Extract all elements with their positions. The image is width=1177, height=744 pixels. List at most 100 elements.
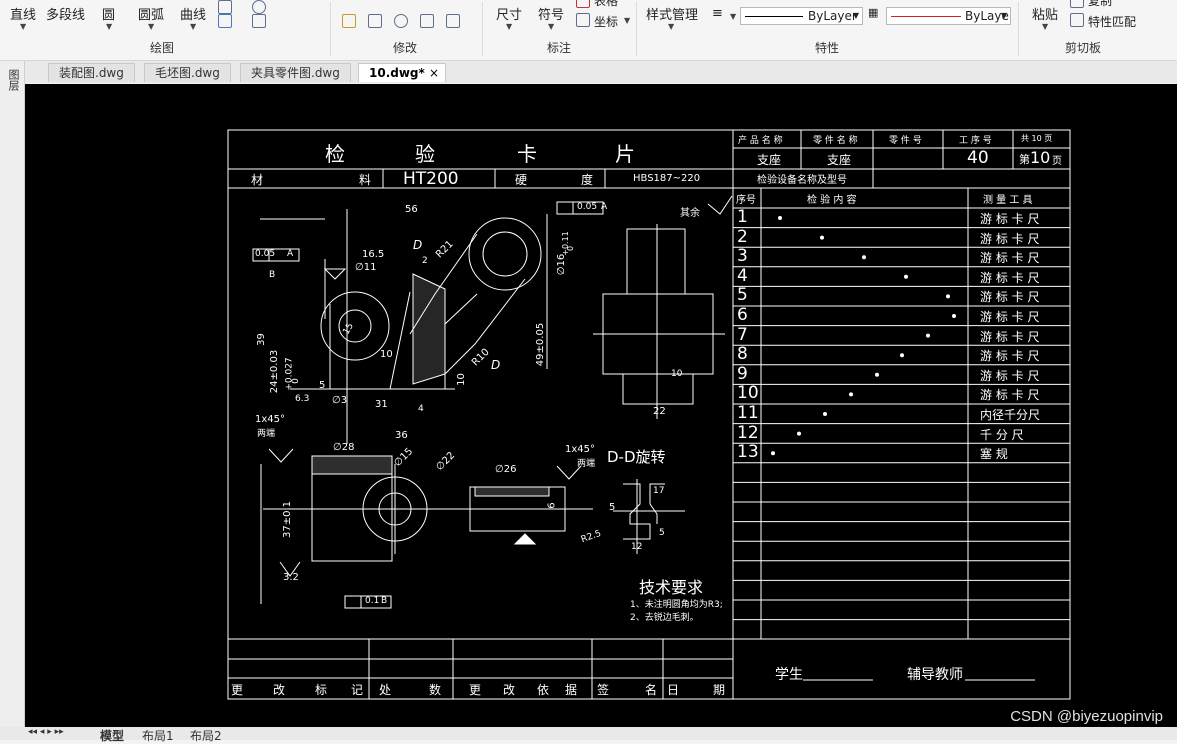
list-header-tool: 测 量 工 具	[983, 195, 1033, 206]
group-label-draw: 绘图	[150, 41, 175, 55]
dimension-button[interactable]: 尺寸	[496, 4, 522, 23]
coordinate-button[interactable]: 坐标	[594, 13, 618, 30]
dropdown-caret-icon[interactable]: ▼	[190, 22, 196, 31]
page-prefix: 第	[1019, 153, 1030, 166]
table-icon	[576, 0, 590, 8]
row-tool: 游 标 卡 尺	[980, 310, 1040, 324]
row-tool: 千 分 尺	[980, 427, 1024, 442]
color-select[interactable]: ByLaye ▼	[886, 7, 1011, 25]
arc-tool-button[interactable]: 圆弧	[138, 4, 164, 23]
rest-roughness: 其余	[680, 208, 700, 219]
close-icon[interactable]: ×	[429, 64, 439, 83]
hardness-label: 度	[581, 173, 594, 187]
bottom-cell: 处	[379, 683, 392, 697]
hardness-label: 硬	[515, 173, 528, 187]
student-label: 学生	[775, 667, 803, 683]
row-tool: 游 标 卡 尺	[980, 388, 1040, 403]
header-total: 共 10 页	[1021, 134, 1053, 143]
row-number: 8	[737, 344, 748, 365]
page-suffix: 页	[1052, 156, 1062, 167]
dropdown-caret-icon[interactable]: ▼	[148, 22, 154, 31]
layer-panel-button[interactable]: 图层	[5, 69, 21, 91]
nav-arrows-icon[interactable]: ◂◂ ◂ ▸ ▸▸	[28, 727, 64, 737]
move-tool-icon[interactable]	[342, 14, 356, 28]
circle-tool-button[interactable]: 圆	[102, 4, 115, 23]
row-number: 1	[737, 207, 748, 227]
title-char: 检	[325, 142, 345, 166]
ellipse-tool-icon[interactable]	[252, 0, 266, 14]
match-properties-button[interactable]: 特性匹配	[1088, 13, 1136, 30]
rotate-tool-icon[interactable]	[368, 14, 382, 28]
group-label-properties: 特性	[815, 41, 840, 55]
bottom-cell: 标	[315, 683, 328, 697]
offset-tool-icon[interactable]	[420, 14, 434, 28]
scale-tool-icon[interactable]	[394, 14, 408, 28]
paste-button[interactable]: 粘贴	[1032, 4, 1058, 23]
table-button[interactable]: 表格	[594, 0, 618, 9]
row-marker	[820, 235, 824, 240]
copy-button[interactable]: 复制	[1088, 0, 1112, 9]
lineweight-select-icon[interactable]: ▦	[868, 6, 878, 19]
row-tool: 游 标 卡 尺	[980, 368, 1040, 383]
curve-tool-button[interactable]: 曲线	[180, 4, 206, 23]
drawing-canvas[interactable]: 检 验 卡 片 材 料 HT200 硬 度 HBS187~220 产 品 名 称…	[25, 84, 1177, 727]
row-tool: 游 标 卡 尺	[980, 212, 1040, 226]
row-marker	[849, 392, 853, 397]
dropdown-caret-icon[interactable]: ▼	[106, 22, 112, 31]
hatch-tool-icon[interactable]	[218, 14, 232, 28]
bottom-cell: 名	[645, 683, 658, 697]
bottom-cell: 日	[667, 683, 680, 697]
page-number: 10	[1030, 148, 1051, 167]
row-number: 11	[737, 403, 759, 423]
bottom-cell: 期	[713, 683, 726, 697]
row-number: 10	[737, 383, 759, 404]
tab-blank[interactable]: 毛坯图.dwg	[144, 63, 231, 82]
row-number: 5	[737, 285, 748, 306]
bottom-cell: 改	[503, 683, 516, 697]
polyline-tool-button[interactable]: 多段线	[46, 4, 85, 23]
title-char: 验	[415, 142, 435, 166]
row-number: 13	[737, 442, 759, 463]
polygon-tool-icon[interactable]	[252, 14, 266, 28]
process-value: 40	[967, 148, 989, 168]
left-toolbar: 图层	[0, 61, 25, 740]
row-tool: 塞 规	[980, 447, 1008, 462]
header-partno: 零 件 号	[889, 136, 922, 146]
ribbon: 直线 多段线 圆 圆弧 曲线 ▼ ▼ ▼ ▼ 绘图 修改 尺寸 符号 表格 坐标…	[0, 0, 1177, 61]
linetype-select[interactable]: ByLayer ▼	[740, 7, 863, 25]
tab-model[interactable]: 模型	[100, 727, 124, 744]
dropdown-caret-icon[interactable]: ▼	[20, 22, 26, 31]
row-marker	[875, 372, 879, 377]
header-process: 工 序 号	[959, 136, 992, 146]
header-part: 零 件 名 称	[813, 136, 858, 146]
coordinate-icon	[576, 13, 590, 27]
equipment-label: 检验设备名称及型号	[757, 175, 847, 186]
tab-assembly[interactable]: 装配图.dwg	[48, 63, 135, 82]
row-marker	[904, 274, 908, 279]
array-tool-icon[interactable]	[446, 14, 460, 28]
title-char: 卡	[517, 142, 537, 166]
row-number: 9	[737, 363, 748, 384]
row-number: 6	[737, 305, 748, 325]
list-header-content: 检 验 内 容	[807, 195, 857, 206]
row-marker	[778, 216, 782, 220]
row-tool: 游 标 卡 尺	[980, 251, 1040, 266]
teacher-label: 辅导教师	[907, 667, 963, 683]
bottom-cell: 更	[231, 683, 244, 697]
rect-tool-icon[interactable]	[218, 0, 232, 14]
row-tool: 游 标 卡 尺	[980, 349, 1040, 364]
section-label: D-D旋转	[607, 448, 666, 466]
line-tool-button[interactable]: 直线	[10, 4, 36, 23]
tab-layout2[interactable]: 布局2	[190, 727, 222, 744]
group-label-modify: 修改	[393, 41, 418, 55]
tab-active-10[interactable]: 10.dwg* ×	[358, 63, 446, 82]
row-marker	[952, 314, 956, 318]
row-marker	[926, 333, 930, 338]
part-value: 支座	[827, 153, 852, 167]
tech-req-2: 2、去锐边毛刺。	[630, 613, 699, 623]
lineweight-icon[interactable]: ≡	[712, 6, 723, 21]
tab-fixture[interactable]: 夹具零件图.dwg	[240, 63, 351, 82]
symbol-button[interactable]: 符号	[538, 4, 564, 23]
tab-layout1[interactable]: 布局1	[142, 727, 174, 744]
style-manager-button[interactable]: 样式管理	[646, 4, 698, 23]
